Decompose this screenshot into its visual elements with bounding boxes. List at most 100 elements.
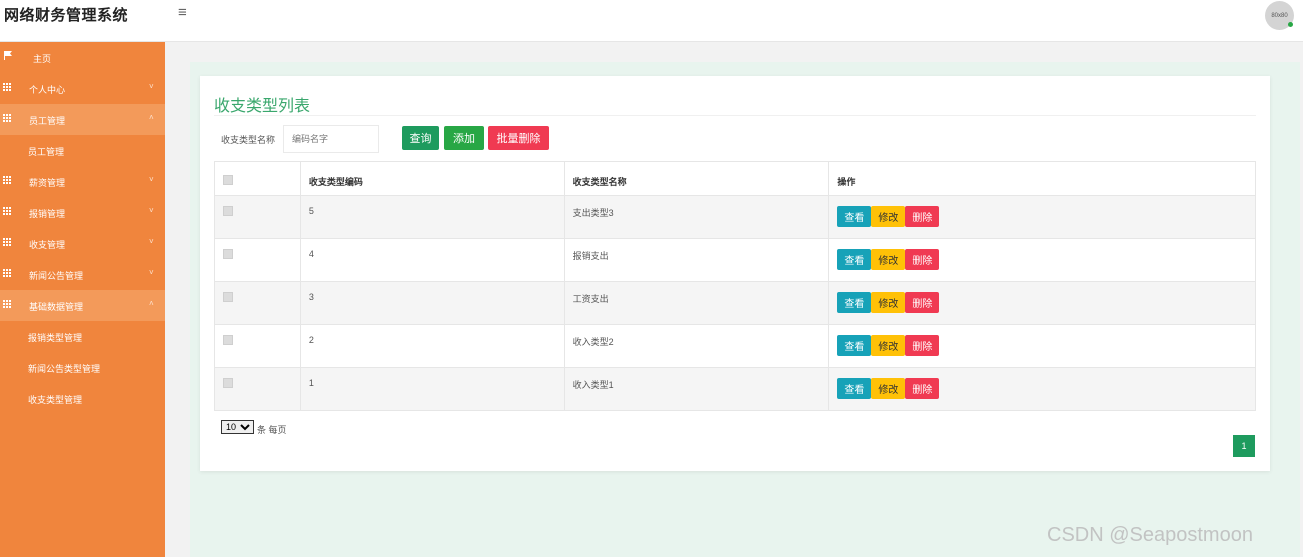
sidebar-item-label: 收支管理 (29, 240, 66, 250)
delete-button[interactable]: 删除 (905, 249, 940, 270)
cell-code: 2 (300, 324, 565, 368)
sidebar-item-label: 报销管理 (29, 209, 66, 219)
table-row: 4 报销支出 查看 修改 删除 (214, 238, 1256, 282)
row-checkbox[interactable] (223, 292, 233, 302)
table-row: 1 收入类型1 查看 修改 删除 (214, 367, 1256, 411)
page-title: 收支类型列表 (214, 98, 311, 115)
sidebar-item-reimbursement-management[interactable]: 报销管理 ˅ (0, 197, 165, 228)
grid-icon (3, 269, 11, 277)
sidebar-subitem-label: 员工管理 (28, 147, 65, 157)
column-header: 收支类型编码 (300, 161, 565, 196)
cell-actions: 查看 修改 删除 (828, 367, 1256, 411)
table-row: 5 支出类型3 查看 修改 删除 (214, 195, 1256, 239)
edit-button[interactable]: 修改 (871, 206, 906, 227)
grid-icon (3, 176, 11, 184)
cell-name: 报销支出 (564, 238, 830, 282)
sidebar-item-personal-center[interactable]: 个人中心 ˅ (0, 73, 165, 104)
sidebar-subitem-reimbursement-type[interactable]: 报销类型管理 (0, 321, 165, 352)
delete-button[interactable]: 删除 (905, 292, 940, 313)
view-button[interactable]: 查看 (837, 206, 872, 227)
page-button-1[interactable]: 1 (1233, 435, 1255, 457)
page-size-select[interactable]: 10 (221, 420, 254, 434)
grid-icon (3, 300, 11, 308)
grid-icon (3, 114, 11, 122)
grid-icon (3, 83, 11, 91)
search-label: 收支类型名称 (221, 135, 276, 145)
delete-button[interactable]: 删除 (905, 378, 940, 399)
table-row: 2 收入类型2 查看 修改 删除 (214, 324, 1256, 368)
sidebar-item-salary-management[interactable]: 薪资管理 ˅ (0, 166, 165, 197)
title-divider (214, 115, 1256, 116)
sidebar-item-label: 基础数据管理 (29, 302, 84, 312)
select-all-cell (214, 161, 301, 196)
sidebar-subitem-employee[interactable]: 员工管理 (0, 135, 165, 166)
cell-code: 1 (300, 367, 565, 411)
row-checkbox[interactable] (223, 249, 233, 259)
delete-button[interactable]: 删除 (905, 335, 940, 356)
flag-icon (4, 51, 12, 60)
cell-name: 工资支出 (564, 281, 830, 325)
sidebar-item-employee-management[interactable]: 员工管理 ˄ (0, 104, 165, 135)
sidebar-subitem-income-expense-type[interactable]: 收支类型管理 (0, 383, 165, 414)
sidebar-item-label: 个人中心 (29, 85, 66, 95)
query-button[interactable]: 查询 (402, 126, 439, 150)
chevron-down-icon: ˅ (149, 206, 154, 215)
table-row: 3 工资支出 查看 修改 删除 (214, 281, 1256, 325)
grid-icon (3, 238, 11, 246)
grid-icon (3, 207, 11, 215)
chevron-down-icon: ˅ (149, 175, 154, 184)
cell-actions: 查看 修改 删除 (828, 324, 1256, 368)
cell-actions: 查看 修改 删除 (828, 195, 1256, 239)
sidebar-item-label: 薪资管理 (29, 178, 66, 188)
search-input[interactable] (283, 125, 379, 153)
avatar[interactable]: 80x80 (1265, 1, 1294, 30)
cell-code: 4 (300, 238, 565, 282)
hamburger-icon[interactable]: ≡ (178, 4, 187, 21)
cell-name: 收入类型2 (564, 324, 830, 368)
delete-button[interactable]: 删除 (905, 206, 940, 227)
cell-name: 收入类型1 (564, 367, 830, 411)
table-header-row: 收支类型编码 收支类型名称 操作 (214, 161, 1256, 196)
column-header: 收支类型名称 (564, 161, 830, 196)
data-table: 收支类型编码 收支类型名称 操作 5 支出类型3 查看 修改 删除 4 报销支出 查… (214, 161, 1256, 411)
avatar-text: 80x80 (1271, 12, 1288, 19)
watermark: CSDN @Seapostmoon (1047, 524, 1253, 546)
edit-button[interactable]: 修改 (871, 249, 906, 270)
sidebar-subitem-news-type[interactable]: 新闻公告类型管理 (0, 352, 165, 383)
cell-actions: 查看 修改 删除 (828, 281, 1256, 325)
view-button[interactable]: 查看 (837, 335, 872, 356)
view-button[interactable]: 查看 (837, 378, 872, 399)
edit-button[interactable]: 修改 (871, 335, 906, 356)
sidebar-item-label: 员工管理 (29, 116, 66, 126)
cell-code: 5 (300, 195, 565, 239)
cell-name: 支出类型3 (564, 195, 830, 239)
chevron-up-icon: ˄ (149, 113, 154, 122)
sidebar-item-news-management[interactable]: 新闻公告管理 ˅ (0, 259, 165, 290)
row-checkbox[interactable] (223, 378, 233, 388)
sidebar-item-label: 主页 (33, 54, 52, 64)
sidebar-item-basic-data-management[interactable]: 基础数据管理 ˄ (0, 290, 165, 321)
sidebar-item-label: 新闻公告管理 (29, 271, 84, 281)
chevron-down-icon: ˅ (149, 268, 154, 277)
online-status-dot (1288, 22, 1293, 27)
app-title: 网络财务管理系统 (4, 7, 129, 24)
add-button[interactable]: 添加 (444, 126, 484, 150)
chevron-down-icon: ˅ (149, 237, 154, 246)
column-header: 操作 (828, 161, 1256, 196)
top-header: 网络财务管理系统 ≡ 80x80 (0, 0, 1303, 42)
row-checkbox[interactable] (223, 335, 233, 345)
select-all-checkbox[interactable] (223, 175, 233, 185)
row-checkbox[interactable] (223, 206, 233, 216)
chevron-down-icon: ˅ (149, 82, 154, 91)
view-button[interactable]: 查看 (837, 292, 872, 313)
edit-button[interactable]: 修改 (871, 378, 906, 399)
bulk-delete-button[interactable]: 批量删除 (488, 126, 549, 150)
sidebar-subitem-label: 新闻公告类型管理 (28, 364, 101, 374)
view-button[interactable]: 查看 (837, 249, 872, 270)
sidebar-item-income-expense-management[interactable]: 收支管理 ˅ (0, 228, 165, 259)
chevron-up-icon: ˄ (149, 299, 154, 308)
sidebar-item-home[interactable]: 主页 (0, 42, 165, 73)
page-size-label: 条 每页 (257, 425, 287, 435)
cell-actions: 查看 修改 删除 (828, 238, 1256, 282)
edit-button[interactable]: 修改 (871, 292, 906, 313)
